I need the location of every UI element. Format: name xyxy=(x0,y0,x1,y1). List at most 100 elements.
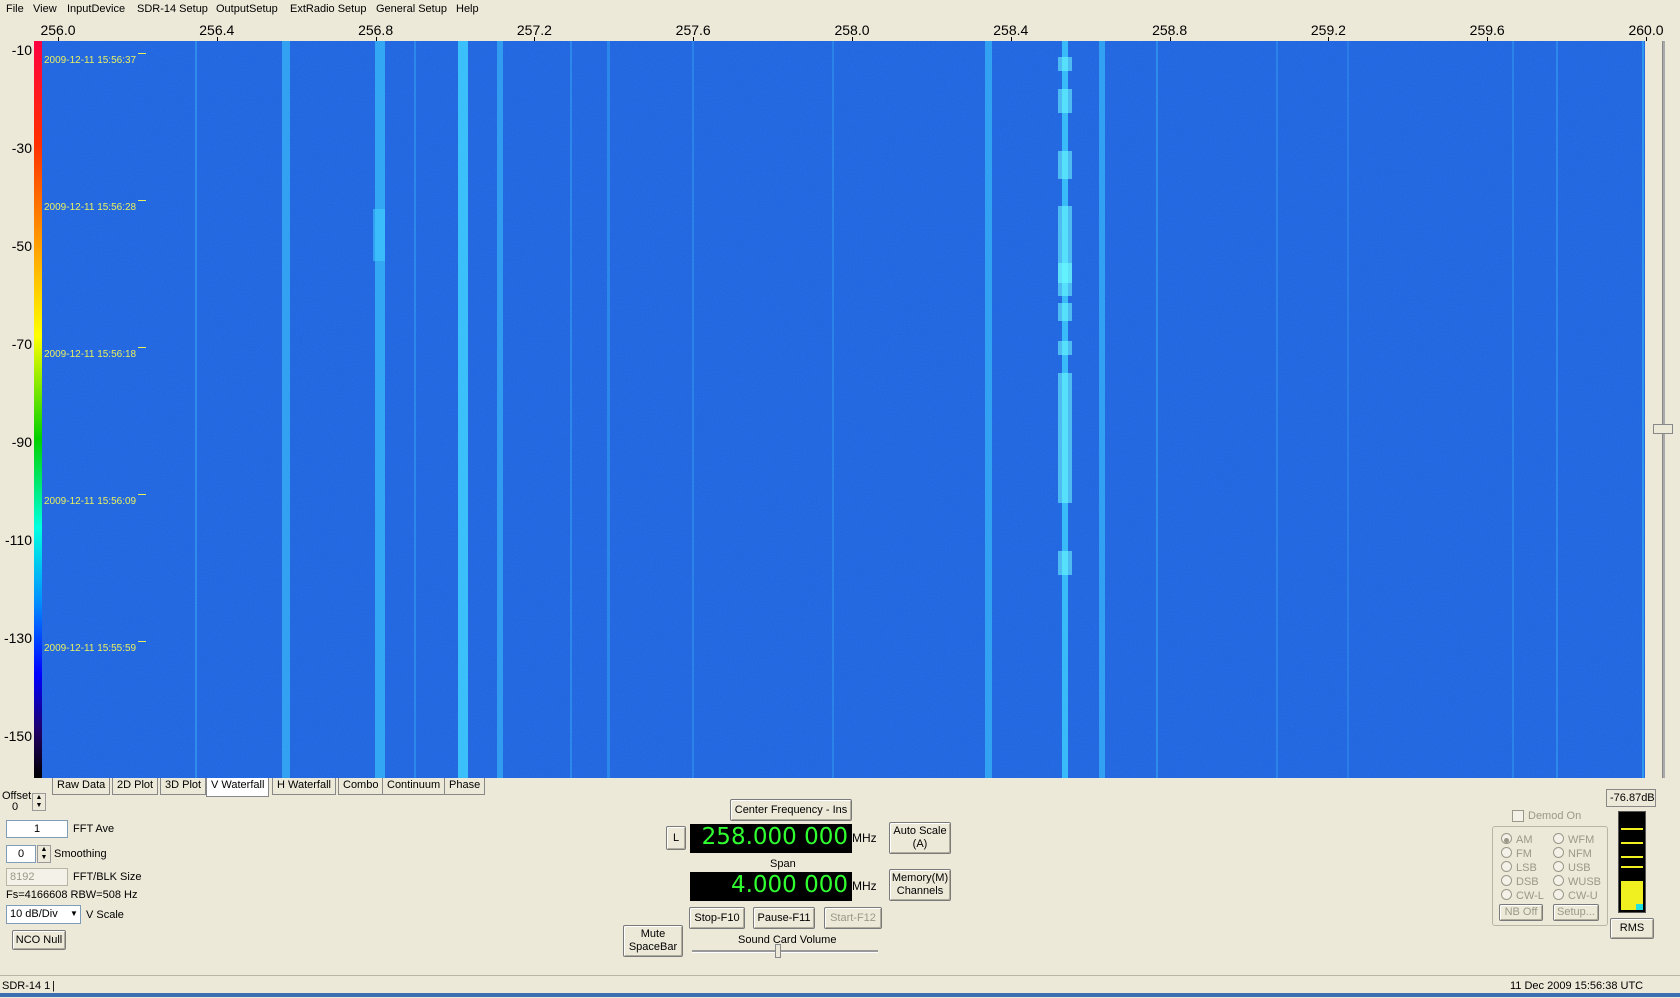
mode-wfm-radio[interactable]: WFM xyxy=(1553,833,1594,846)
signal-trace xyxy=(1347,41,1349,778)
demod-setup-button[interactable]: Setup... xyxy=(1553,904,1599,921)
signal-trace xyxy=(375,41,385,778)
signal-trace xyxy=(832,41,834,778)
timestamp-3: 2009-12-11 15:56:18 xyxy=(44,347,147,360)
signal-trace xyxy=(282,41,290,778)
sound-card-volume-label: Sound Card Volume xyxy=(738,934,837,946)
center-frequency-display[interactable]: 258.000 000 xyxy=(690,824,852,853)
vscale-dropdown-arrow-icon[interactable]: ▼ xyxy=(70,909,78,918)
offset-spinner[interactable]: ▲ ▼ xyxy=(32,793,46,811)
signal-meter xyxy=(1618,811,1646,913)
start-button[interactable]: Start-F12 xyxy=(824,907,882,929)
mode-wusb-radio[interactable]: WUSB xyxy=(1553,875,1601,888)
span-value: 4.000 000 xyxy=(730,872,848,898)
menu-general-setup[interactable]: General Setup xyxy=(376,3,447,15)
vscale-label: V Scale xyxy=(86,909,124,921)
menu-file[interactable]: File xyxy=(6,3,24,15)
db-tick-label: -50 xyxy=(11,238,32,254)
burst-signal xyxy=(1058,551,1072,575)
mode-fm-radio[interactable]: FM xyxy=(1501,847,1532,860)
tab-combo[interactable]: Combo xyxy=(338,778,384,795)
burst-signal xyxy=(1058,57,1072,71)
freq-tick-label: 256.4 xyxy=(199,22,235,38)
nb-off-button[interactable]: NB Off xyxy=(1499,904,1543,921)
tab-v-waterfall[interactable]: V Waterfall xyxy=(206,778,270,797)
tab-phase[interactable]: Phase xyxy=(444,778,486,795)
mode-lsb-radio[interactable]: LSB xyxy=(1501,861,1537,874)
fft-ave-input[interactable]: 1 xyxy=(6,820,68,838)
menu-view[interactable]: View xyxy=(33,3,57,15)
freq-tick-label: 259.6 xyxy=(1469,22,1505,38)
tab-continuum[interactable]: Continuum xyxy=(382,778,446,795)
stop-button[interactable]: Stop-F10 xyxy=(689,907,745,929)
pause-button[interactable]: Pause-F11 xyxy=(753,907,815,929)
signal-trace xyxy=(607,41,610,778)
tab-2d-plot[interactable]: 2D Plot xyxy=(112,778,159,795)
center-frequency-unit: MHz xyxy=(852,831,877,845)
rms-button[interactable]: RMS xyxy=(1610,918,1654,939)
span-display[interactable]: 4.000 000 xyxy=(690,872,852,901)
timestamp-4: 2009-12-11 15:56:09 xyxy=(44,494,147,507)
timestamp-2: 2009-12-11 15:56:28 xyxy=(44,200,147,213)
freq-tick-label: 257.6 xyxy=(675,22,711,38)
volume-slider-thumb[interactable] xyxy=(775,944,781,958)
span-label: Span xyxy=(770,858,796,870)
db-axis: -10 -30 -50 -70 -90 -110 -130 -150 xyxy=(0,41,34,778)
freq-tick-label: 256.8 xyxy=(358,22,394,38)
waterfall-svg xyxy=(42,41,1645,778)
mode-cwu-radio[interactable]: CW-U xyxy=(1553,889,1598,902)
fft-size-label: FFT/BLK Size xyxy=(73,871,142,883)
demod-on-checkbox[interactable] xyxy=(1512,810,1524,822)
mute-button[interactable]: Mute SpaceBar xyxy=(623,925,683,957)
status-device: SDR-14 1 xyxy=(2,980,51,992)
mode-am-radio[interactable]: AM xyxy=(1501,833,1533,846)
tab-3d-plot[interactable]: 3D Plot xyxy=(160,778,207,795)
timestamp-1: 2009-12-11 15:56:37 xyxy=(44,53,147,66)
auto-scale-button[interactable]: Auto Scale (A) xyxy=(889,822,951,854)
smoothing-label: Smoothing xyxy=(54,848,107,860)
menu-sdr14-setup[interactable]: SDR-14 Setup xyxy=(137,3,208,15)
nco-null-button[interactable]: NCO Null xyxy=(12,930,66,950)
center-frequency-value: 258.000 000 xyxy=(701,824,848,850)
smoothing-input[interactable]: 0 xyxy=(6,845,36,863)
menu-extradio-setup[interactable]: ExtRadio Setup xyxy=(290,3,366,15)
db-tick-label: -30 xyxy=(11,140,32,156)
tab-raw-data[interactable]: Raw Data xyxy=(52,778,111,795)
signal-trace xyxy=(497,41,503,778)
burst-signal xyxy=(1058,303,1072,321)
signal-trace xyxy=(1156,41,1158,778)
display-slider-thumb[interactable] xyxy=(1653,424,1673,434)
volume-slider-track[interactable] xyxy=(692,950,878,953)
status-datetime: 11 Dec 2009 15:56:38 UTC xyxy=(1510,980,1644,992)
db-tick-label: -90 xyxy=(11,434,32,450)
waterfall-display[interactable]: 2009-12-11 15:56:37 2009-12-11 15:56:28 … xyxy=(42,41,1645,778)
mode-nfm-radio[interactable]: NFM xyxy=(1553,847,1592,860)
mode-cwl-radio[interactable]: CW-L xyxy=(1501,889,1544,902)
meter-tick-1 xyxy=(1621,828,1643,830)
display-slider-track[interactable] xyxy=(1662,41,1665,778)
right-gutter xyxy=(1645,41,1680,778)
smoothing-spinner[interactable]: ▲ ▼ xyxy=(37,845,51,863)
mode-dsb-radio[interactable]: DSB xyxy=(1501,875,1539,888)
menu-output-setup[interactable]: OutputSetup xyxy=(216,3,278,15)
meter-tick-4 xyxy=(1621,866,1643,868)
freq-tick-label: 258.0 xyxy=(834,22,870,38)
menu-help[interactable]: Help xyxy=(456,3,479,15)
signal-trace xyxy=(1099,41,1105,778)
l-button[interactable]: L xyxy=(666,826,686,850)
freq-tick-label: 258.8 xyxy=(1152,22,1188,38)
signal-trace xyxy=(692,41,694,778)
menu-bar: File View InputDevice SDR-14 Setup Outpu… xyxy=(0,0,1680,21)
memory-channels-button[interactable]: Memory(M) Channels xyxy=(889,869,951,901)
signal-trace xyxy=(570,41,572,778)
mode-usb-radio[interactable]: USB xyxy=(1553,861,1591,874)
signal-level-readout: -76.87dB xyxy=(1606,789,1656,807)
signal-trace xyxy=(458,41,468,778)
signal-trace xyxy=(1512,41,1514,778)
fft-size-select[interactable]: 8192 xyxy=(6,868,68,886)
tab-h-waterfall[interactable]: H Waterfall xyxy=(272,778,336,795)
span-unit: MHz xyxy=(852,879,877,893)
center-frequency-button[interactable]: Center Frequency - Ins xyxy=(730,799,852,821)
freq-tick-label: 257.2 xyxy=(516,22,552,38)
menu-input-device[interactable]: InputDevice xyxy=(67,3,125,15)
